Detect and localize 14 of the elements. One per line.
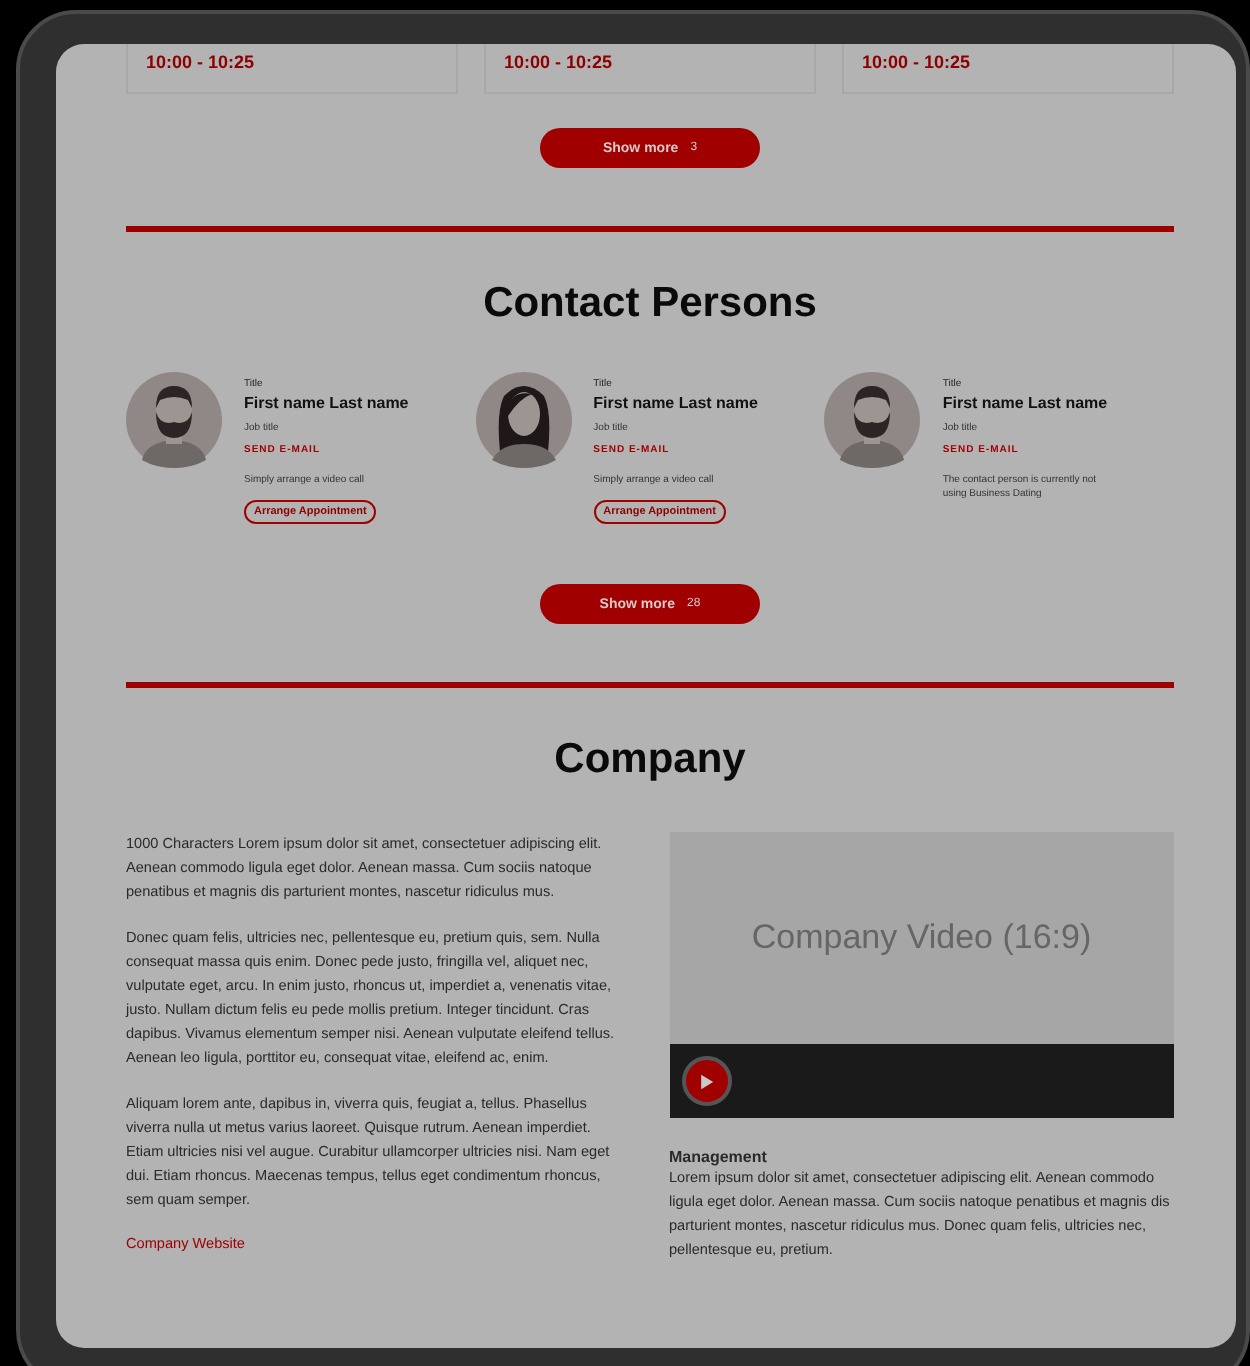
woman-avatar-icon [475, 372, 572, 468]
person-name: First name Last name [942, 394, 1108, 412]
person-name: First name Last name [244, 394, 409, 412]
section-heading: Contact Persons [481, 280, 819, 328]
video-placeholder-text: Company Video (16:9) [751, 918, 1092, 958]
man-avatar-icon [126, 372, 222, 468]
time-text: 10:00 - 10:25 [146, 52, 257, 72]
play-button[interactable] [681, 1056, 731, 1106]
time-text: 10:00 - 10:25 [862, 52, 973, 72]
section-heading: Company [552, 736, 748, 784]
man-avatar-icon [824, 372, 921, 468]
time-text: 10:00 - 10:25 [504, 52, 615, 72]
section-subheading: Management [669, 1148, 769, 1166]
person-name: First name Last name [593, 394, 758, 412]
